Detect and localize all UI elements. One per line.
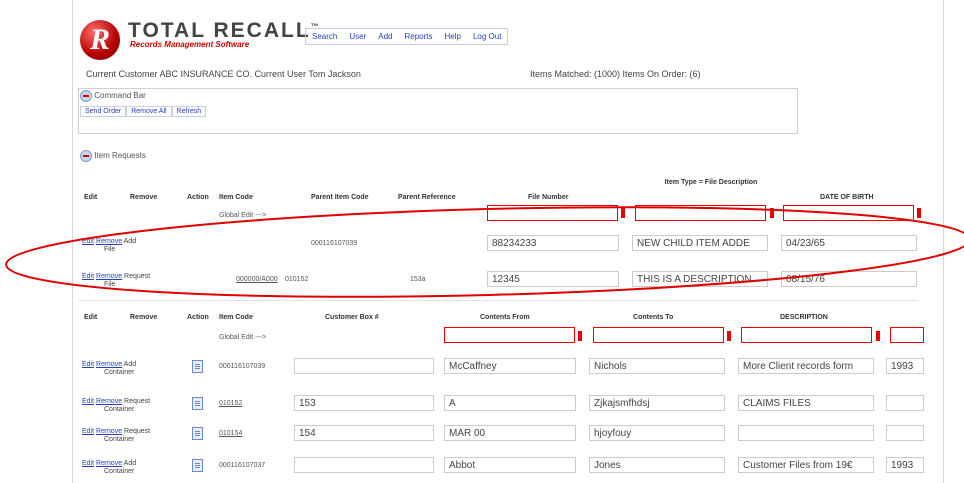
highlight-ellipse <box>5 206 964 298</box>
